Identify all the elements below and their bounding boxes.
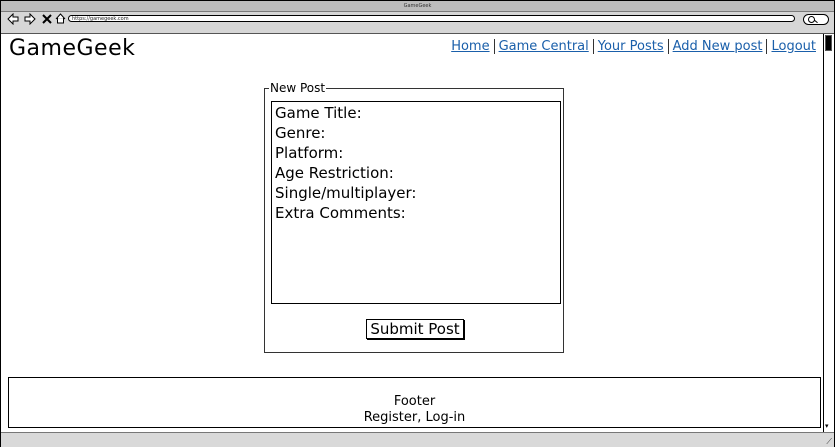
nav-link-home[interactable]: Home [447,39,493,54]
status-bar: ⟋ [1,432,834,447]
footer-links[interactable]: Register, Log-in [9,410,820,426]
new-post-legend: New Post [270,81,326,95]
field-single-multiplayer: Single/multiplayer: [275,184,417,202]
nav-link-logout[interactable]: Logout [767,39,820,54]
field-age-restriction: Age Restriction: [275,164,394,182]
nav-link-add-new-post[interactable]: Add New post [669,39,767,54]
arrow-right-icon [24,12,36,26]
footer-title: Footer [393,394,436,409]
browser-window: GameGeek https://gamegeek.com GameGeek H… [0,0,835,447]
stop-button[interactable] [41,12,53,26]
field-game-title: Game Title: [275,104,362,122]
search-button[interactable] [803,14,829,25]
top-navigation: Home Game Central Your Posts Add New pos… [447,39,820,54]
window-titlebar: GameGeek [1,1,834,12]
arrow-left-icon [7,12,19,26]
resize-grip-icon[interactable]: ⟋ [826,438,832,446]
address-bar[interactable]: https://gamegeek.com [68,15,795,22]
search-icon [808,16,815,23]
back-button[interactable] [7,12,19,26]
scrollbar-thumb[interactable] [825,35,832,51]
chevron-down-icon[interactable]: ▾ [825,423,829,430]
nav-link-game-central[interactable]: Game Central [495,39,593,54]
home-icon [55,13,65,24]
home-button[interactable] [54,12,66,26]
forward-button[interactable] [24,12,36,26]
browser-toolbar: https://gamegeek.com [1,12,834,34]
vertical-scrollbar[interactable]: ▾ [823,34,833,432]
close-icon [42,14,52,24]
field-platform: Platform: [275,144,344,162]
window-title: GameGeek [403,3,432,9]
site-title: GameGeek [9,36,136,61]
post-textarea[interactable]: Game Title: Genre: Platform: Age Restric… [271,101,561,304]
footer: Footer Register, Log-in [8,377,821,428]
nav-link-your-posts[interactable]: Your Posts [594,39,668,54]
field-extra-comments: Extra Comments: [275,204,406,222]
field-genre: Genre: [275,124,326,142]
submit-post-button[interactable]: Submit Post [366,319,464,339]
